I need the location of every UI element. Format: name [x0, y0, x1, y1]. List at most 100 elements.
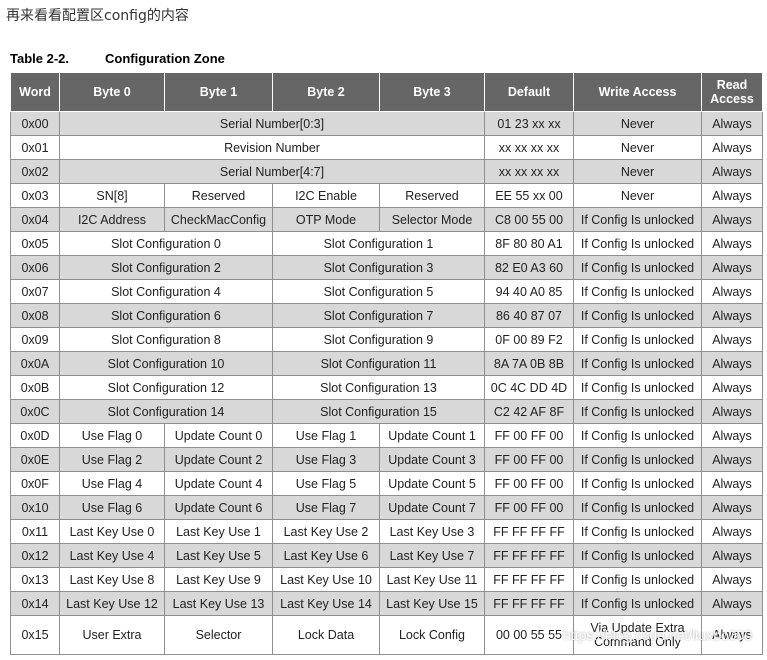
read-access-cell: Always	[701, 279, 763, 304]
word-cell: 0x01	[10, 135, 60, 160]
table-row: 0x01 Revision Number xx xx xx xx Never Alway…	[10, 135, 763, 160]
table-row: 0x06 Slot Configuration 2 Slot Configurati…	[10, 255, 763, 280]
table-row: 0x15 User Extra Selector Lock Data Lock Conf…	[10, 615, 763, 655]
default-cell: FF FF FF FF	[484, 543, 574, 568]
word-cell: 0x12	[10, 543, 60, 568]
write-access-cell: If Config Is unlocked	[573, 375, 702, 400]
table-row: 0x13 Last Key Use 8 Last Key Use 9 Last Key…	[10, 567, 763, 592]
word-cell: 0x13	[10, 567, 60, 592]
read-access-cell: Always	[701, 327, 763, 352]
byte-cell: I2C Enable	[272, 183, 380, 208]
read-access-cell: Always	[701, 399, 763, 424]
default-cell: 00 00 55 55	[484, 615, 574, 655]
read-access-cell: Always	[701, 423, 763, 448]
byte-cell: Use Flag 6	[59, 495, 165, 520]
write-access-cell: If Config Is unlocked	[573, 519, 702, 544]
byte-cell: CheckMacConfig	[164, 207, 273, 232]
byte-cell: Last Key Use 1	[164, 519, 273, 544]
header-read-access-line1: Read	[716, 78, 748, 92]
byte-cell: Slot Configuration 12	[59, 375, 273, 400]
byte-cell: Slot Configuration 1	[272, 231, 485, 256]
default-cell: FF 00 FF 00	[484, 471, 574, 496]
byte-cell: Update Count 1	[379, 423, 485, 448]
byte-cell: Last Key Use 2	[272, 519, 380, 544]
default-cell: 94 40 A0 85	[484, 279, 574, 304]
table-row: 0x05 Slot Configuration 0 Slot Configurati…	[10, 231, 763, 256]
byte-cell: Slot Configuration 15	[272, 399, 485, 424]
default-cell: FF FF FF FF	[484, 519, 574, 544]
write-access-cell: Via Update Extra Command Only	[573, 615, 702, 655]
byte-cell: Use Flag 1	[272, 423, 380, 448]
write-access-cell: Never	[573, 135, 702, 160]
byte-cell: Last Key Use 4	[59, 543, 165, 568]
word-cell: 0x11	[10, 519, 60, 544]
read-access-cell: Always	[701, 135, 763, 160]
byte-cell: Slot Configuration 14	[59, 399, 273, 424]
write-access-cell: If Config Is unlocked	[573, 591, 702, 616]
byte-cell: Slot Configuration 9	[272, 327, 485, 352]
write-access-cell: Never	[573, 183, 702, 208]
read-access-cell: Always	[701, 159, 763, 184]
default-cell: 0F 00 89 F2	[484, 327, 574, 352]
header-read-access: Read Access	[701, 72, 763, 112]
header-byte0: Byte 0	[59, 72, 165, 112]
read-access-cell: Always	[701, 207, 763, 232]
write-access-cell: If Config Is unlocked	[573, 255, 702, 280]
word-cell: 0x03	[10, 183, 60, 208]
byte-cell: Slot Configuration 10	[59, 351, 273, 376]
write-access-cell: If Config Is unlocked	[573, 423, 702, 448]
byte-cell: Slot Configuration 11	[272, 351, 485, 376]
write-access-cell: If Config Is unlocked	[573, 303, 702, 328]
word-cell: 0x14	[10, 591, 60, 616]
byte-cell: Reserved	[164, 183, 273, 208]
byte-cell: Last Key Use 8	[59, 567, 165, 592]
table-row: 0x0D Use Flag 0 Update Count 0 Use Flag 1 Up…	[10, 423, 763, 448]
byte-cell: Last Key Use 0	[59, 519, 165, 544]
table-row: 0x14 Last Key Use 12 Last Key Use 13 Last K…	[10, 591, 763, 616]
word-cell: 0x05	[10, 231, 60, 256]
table-row: 0x08 Slot Configuration 6 Slot Configurati…	[10, 303, 763, 328]
byte-cell: Use Flag 0	[59, 423, 165, 448]
byte-cell: Update Count 6	[164, 495, 273, 520]
byte-cell: Slot Configuration 0	[59, 231, 273, 256]
byte-cell: Lock Config	[379, 615, 485, 655]
byte-cell: Use Flag 4	[59, 471, 165, 496]
header-byte1: Byte 1	[164, 72, 273, 112]
byte-cell: Update Count 4	[164, 471, 273, 496]
byte-cell: Last Key Use 9	[164, 567, 273, 592]
word-cell: 0x04	[10, 207, 60, 232]
byte-cell: Serial Number[0:3]	[59, 111, 485, 136]
word-cell: 0x10	[10, 495, 60, 520]
byte-cell: Slot Configuration 13	[272, 375, 485, 400]
write-access-cell: If Config Is unlocked	[573, 279, 702, 304]
byte-cell: Use Flag 3	[272, 447, 380, 472]
header-row: Word Byte 0 Byte 1 Byte 2 Byte 3 Default…	[10, 72, 763, 112]
default-cell: 8F 80 80 A1	[484, 231, 574, 256]
write-access-cell: If Config Is unlocked	[573, 231, 702, 256]
word-cell: 0x0A	[10, 351, 60, 376]
table-row: 0x12 Last Key Use 4 Last Key Use 5 Last Key…	[10, 543, 763, 568]
default-cell: FF 00 FF 00	[484, 447, 574, 472]
default-cell: C8 00 55 00	[484, 207, 574, 232]
default-cell: FF 00 FF 00	[484, 423, 574, 448]
byte-cell: User Extra	[59, 615, 165, 655]
default-cell: 01 23 xx xx	[484, 111, 574, 136]
table-row: 0x0E Use Flag 2 Update Count 2 Use Flag 3 Up…	[10, 447, 763, 472]
write-access-cell: If Config Is unlocked	[573, 471, 702, 496]
table-row: 0x07 Slot Configuration 4 Slot Configurati…	[10, 279, 763, 304]
read-access-cell: Always	[701, 375, 763, 400]
byte-cell: Lock Data	[272, 615, 380, 655]
table-number: Table 2-2.	[10, 51, 70, 66]
word-cell: 0x0D	[10, 423, 60, 448]
byte-cell: Last Key Use 14	[272, 591, 380, 616]
byte-cell: SN[8]	[59, 183, 165, 208]
table-row: 0x03 SN[8] Reserved I2C Enable Reserved EE 55…	[10, 183, 763, 208]
word-cell: 0x0E	[10, 447, 60, 472]
word-cell: 0x02	[10, 159, 60, 184]
table-body: 0x00 Serial Number[0:3] 01 23 xx xx Never Al…	[10, 111, 763, 655]
default-cell: C2 42 AF 8F	[484, 399, 574, 424]
byte-cell: Slot Configuration 2	[59, 255, 273, 280]
byte-cell: Slot Configuration 8	[59, 327, 273, 352]
byte-cell: Last Key Use 6	[272, 543, 380, 568]
read-access-cell: Always	[701, 567, 763, 592]
